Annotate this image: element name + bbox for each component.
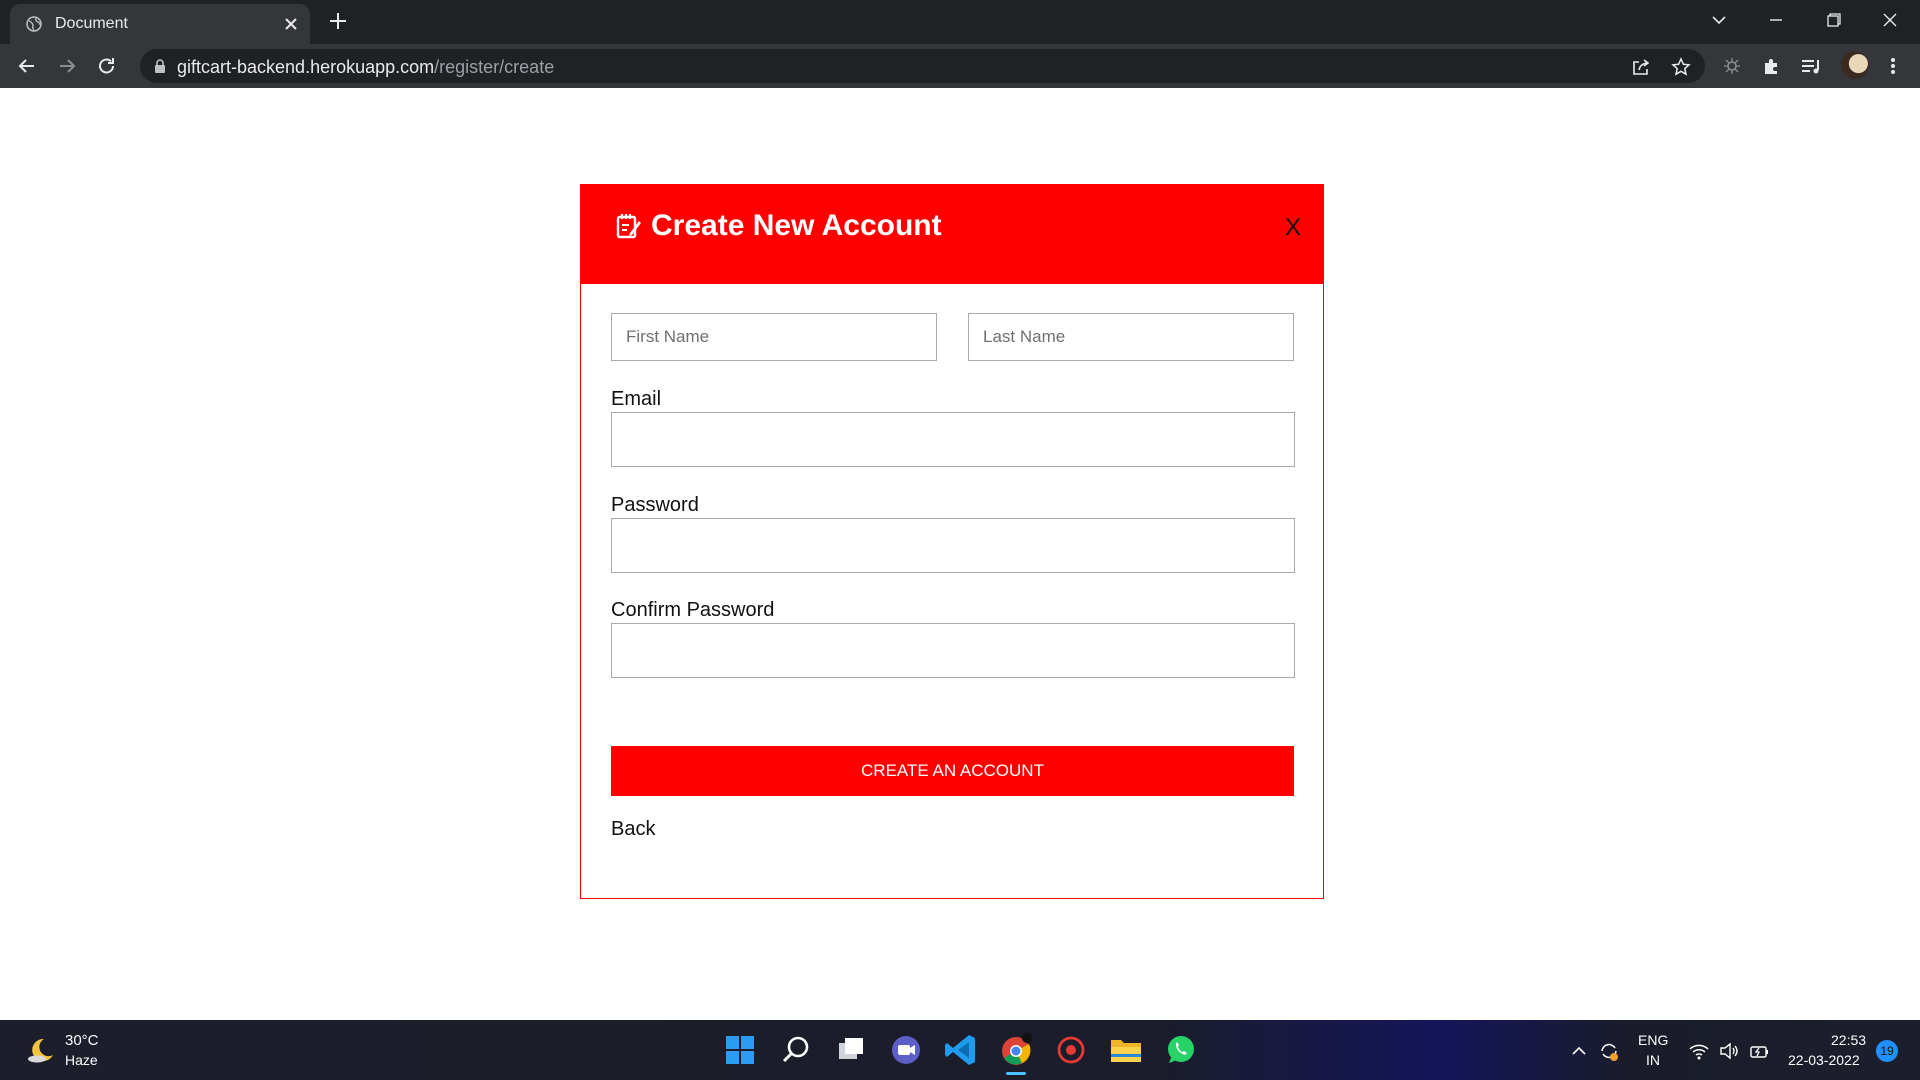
email-input[interactable] (611, 412, 1295, 467)
search-icon[interactable] (776, 1030, 816, 1070)
password-label: Password (611, 494, 699, 516)
back-arrow-icon[interactable] (14, 54, 40, 78)
extensions-puzzle-icon[interactable] (1759, 54, 1785, 78)
whatsapp-icon[interactable] (1161, 1030, 1201, 1070)
taskbar: 30°C Haze ENG IN 22:53 22-03-2022 19 (0, 1020, 1920, 1080)
file-explorer-icon[interactable] (1106, 1030, 1146, 1070)
teams-chat-icon[interactable] (886, 1030, 926, 1070)
browser-tab[interactable]: Document (10, 4, 310, 44)
confirm-password-label: Confirm Password (611, 599, 775, 621)
wifi-icon[interactable] (1688, 1040, 1710, 1062)
language-code[interactable]: ENG (1638, 1032, 1668, 1048)
windows-start-icon[interactable] (720, 1030, 760, 1070)
back-link[interactable]: Back (611, 818, 655, 841)
memo-icon (616, 214, 641, 239)
create-account-modal: Create New Account X Email Password Conf… (580, 184, 1324, 899)
browser-toolbar: giftcart-backend.herokuapp.com/register/… (0, 44, 1920, 88)
vscode-icon[interactable] (941, 1030, 981, 1070)
moon-weather-icon[interactable] (26, 1035, 56, 1065)
modal-title: Create New Account (651, 209, 942, 242)
weather-temperature: 30°C (65, 1032, 99, 1049)
region-code[interactable]: IN (1646, 1052, 1660, 1068)
restore-icon[interactable] (1819, 8, 1847, 32)
record-icon[interactable] (1051, 1030, 1091, 1070)
forward-arrow-icon[interactable] (54, 54, 80, 78)
share-icon[interactable] (1630, 56, 1652, 78)
close-window-icon[interactable] (1876, 8, 1904, 32)
tab-title: Document (55, 15, 128, 32)
task-view-icon[interactable] (831, 1030, 871, 1070)
profile-avatar[interactable] (1841, 51, 1869, 79)
url-domain: giftcart-backend.herokuapp.com (177, 57, 435, 77)
lock-icon[interactable] (152, 58, 168, 74)
modal-header: Create New Account X (581, 185, 1323, 284)
minimize-icon[interactable] (1762, 8, 1790, 32)
chevron-up-icon[interactable] (1568, 1040, 1590, 1062)
address-bar[interactable]: giftcart-backend.herokuapp.com/register/… (140, 49, 1705, 83)
sync-icon[interactable] (1598, 1040, 1620, 1062)
url-text[interactable]: giftcart-backend.herokuapp.com/register/… (177, 57, 554, 78)
volume-icon[interactable] (1718, 1040, 1740, 1062)
bookmark-star-icon[interactable] (1670, 56, 1692, 78)
extension-bug-icon[interactable] (1719, 54, 1745, 78)
clock-time[interactable]: 22:53 (1831, 1032, 1866, 1048)
first-name-input[interactable] (611, 313, 937, 361)
tab-search-icon[interactable] (1705, 8, 1733, 32)
email-label: Email (611, 388, 662, 410)
weather-description: Haze (65, 1052, 98, 1068)
create-account-button[interactable]: CREATE AN ACCOUNT (611, 746, 1294, 796)
globe-icon (26, 16, 42, 32)
last-name-input[interactable] (968, 313, 1294, 361)
password-input[interactable] (611, 518, 1295, 573)
clock-date[interactable]: 22-03-2022 (1788, 1052, 1860, 1068)
notification-count-badge[interactable]: 19 (1876, 1040, 1898, 1062)
new-tab-icon[interactable] (326, 9, 350, 33)
url-path: /register/create (434, 57, 555, 77)
chrome-icon[interactable] (996, 1030, 1036, 1070)
reload-icon[interactable] (94, 54, 120, 78)
browser-tab-bar: Document (0, 0, 1920, 44)
confirm-password-input[interactable] (611, 623, 1295, 678)
menu-kebab-icon[interactable] (1880, 54, 1906, 78)
close-tab-icon[interactable] (280, 13, 302, 35)
battery-icon[interactable] (1748, 1040, 1770, 1062)
media-queue-icon[interactable] (1798, 54, 1824, 78)
active-app-indicator (1006, 1072, 1026, 1075)
close-modal-button[interactable]: X (1285, 214, 1301, 242)
